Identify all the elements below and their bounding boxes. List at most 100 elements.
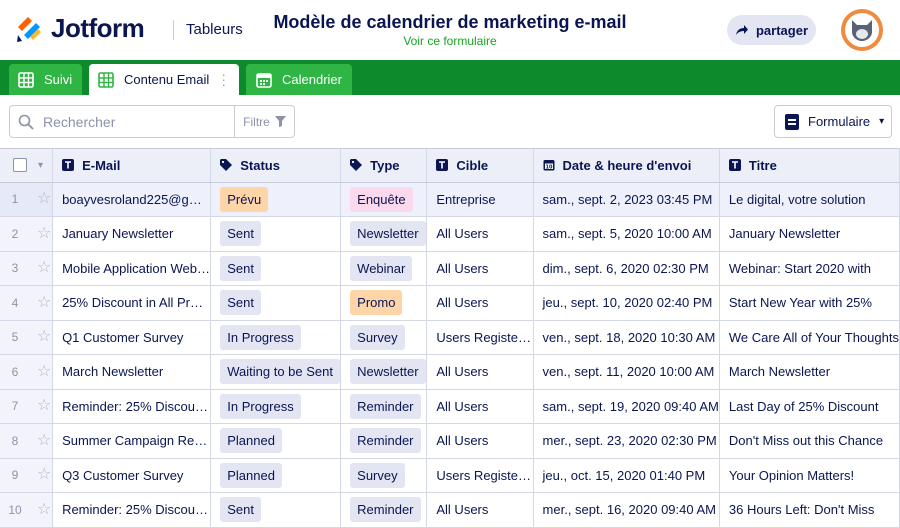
- email-cell[interactable]: January Newsletter: [52, 216, 212, 252]
- titre-cell[interactable]: Don't Miss out this Chance: [719, 423, 900, 459]
- cible-cell[interactable]: All Users: [426, 423, 534, 459]
- titre-cell[interactable]: Last Day of 25% Discount: [719, 389, 900, 424]
- email-cell[interactable]: 25% Discount in All Products: [52, 285, 212, 321]
- search-input[interactable]: [43, 113, 223, 130]
- email-cell[interactable]: Q1 Customer Survey: [52, 320, 212, 355]
- column-header-type[interactable]: Type: [340, 149, 428, 183]
- type-cell[interactable]: Newsletter: [340, 354, 428, 390]
- filter-button[interactable]: Filtre: [234, 105, 295, 138]
- table-row[interactable]: 5 ☆ Q1 Customer Survey In Progress Survey Use…: [0, 320, 900, 355]
- email-cell[interactable]: Summer Campaign Reminder: [52, 423, 212, 459]
- date-cell[interactable]: mer., sept. 16, 2020 09:40 AM: [533, 492, 720, 528]
- table-row[interactable]: 10 ☆ Reminder: 25% Discount Ends Sent Remind…: [0, 492, 900, 528]
- tab-suivi[interactable]: Suivi: [9, 64, 82, 95]
- cible-cell[interactable]: All Users: [426, 216, 534, 252]
- email-cell[interactable]: Reminder: 25% Discount Ends: [52, 492, 212, 528]
- email-cell[interactable]: Mobile Application Webinar: [52, 251, 212, 286]
- star-icon[interactable]: ☆: [37, 432, 51, 449]
- date-cell[interactable]: sam., sept. 5, 2020 10:00 AM: [533, 216, 720, 252]
- date-cell[interactable]: ven., sept. 11, 2020 10:00 AM: [533, 354, 720, 390]
- status-cell[interactable]: In Progress: [210, 320, 342, 355]
- table-row[interactable]: 8☆Summer Campaign ReminderPlannedReminde…: [0, 423, 900, 459]
- table-row[interactable]: 1☆boayvesroland225@gmail.comPrévuEnquête…: [0, 182, 900, 217]
- cible-cell[interactable]: All Users: [426, 354, 534, 390]
- column-header-email[interactable]: E-Mail: [52, 149, 212, 183]
- type-cell[interactable]: Survey: [340, 458, 428, 493]
- cible-cell[interactable]: Entreprise: [426, 182, 534, 217]
- type-cell[interactable]: Newsletter: [340, 216, 428, 252]
- search-box[interactable]: [9, 105, 235, 138]
- type-cell[interactable]: Enquête: [340, 182, 428, 217]
- titre-cell[interactable]: Your Opinion Matters!: [719, 458, 900, 493]
- table-row[interactable]: 4☆25% Discount in All ProductsSentPromoA…: [0, 285, 900, 321]
- avatar[interactable]: [841, 9, 883, 51]
- email-cell[interactable]: March Newsletter: [52, 354, 212, 390]
- cible-cell[interactable]: All Users: [426, 251, 534, 286]
- cible-cell[interactable]: Users Registered: [426, 458, 534, 493]
- status-cell[interactable]: Sent: [210, 216, 342, 252]
- table-row[interactable]: 7☆Reminder: 25% Discount EndsIn Progress…: [0, 389, 900, 424]
- cible-cell[interactable]: All Users: [426, 389, 534, 424]
- table-row[interactable]: 2 ☆ January Newsletter Sent Newsletter All Us…: [0, 216, 900, 252]
- table-row[interactable]: 9 ☆ Q3 Customer Survey Planned Survey Users R…: [0, 458, 900, 493]
- status-cell[interactable]: Planned: [210, 458, 342, 493]
- status-cell[interactable]: In Progress: [210, 389, 342, 424]
- column-header-cible[interactable]: Cible: [426, 149, 534, 183]
- share-button[interactable]: partager: [727, 15, 816, 45]
- email-cell[interactable]: Reminder: 25% Discount Ends: [52, 389, 212, 424]
- table-row[interactable]: 6 ☆ March Newsletter Waiting to be Sent News…: [0, 354, 900, 390]
- cible-cell[interactable]: All Users: [426, 492, 534, 528]
- star-icon[interactable]: ☆: [37, 467, 51, 483]
- titre-cell[interactable]: 36 Hours Left: Don't Miss: [719, 492, 900, 528]
- titre-cell[interactable]: Start New Year with 25%: [719, 285, 900, 321]
- chevron-down-icon[interactable]: ▾: [38, 160, 43, 171]
- jotform-logo[interactable]: Jotform: [16, 13, 145, 44]
- star-icon[interactable]: ☆: [37, 363, 51, 380]
- status-cell[interactable]: Waiting to be Sent: [210, 354, 342, 390]
- type-cell[interactable]: Reminder: [340, 423, 428, 459]
- date-cell[interactable]: ven., sept. 18, 2020 10:30 AM: [533, 320, 720, 355]
- star-icon[interactable]: ☆: [37, 225, 51, 242]
- status-cell[interactable]: Sent: [210, 285, 342, 321]
- date-cell[interactable]: mer., sept. 23, 2020 02:30 PM: [533, 423, 720, 459]
- tab-calendrier[interactable]: Calendrier: [246, 64, 352, 95]
- date-cell[interactable]: sam., sept. 2, 2023 03:45 PM: [533, 182, 720, 217]
- date-cell[interactable]: dim., sept. 6, 2020 02:30 PM: [533, 251, 720, 286]
- star-icon[interactable]: ☆: [37, 294, 51, 311]
- date-cell[interactable]: jeu., oct. 15, 2020 01:40 PM: [533, 458, 720, 493]
- view-form-link[interactable]: Voir ce formulaire: [250, 34, 650, 48]
- status-cell[interactable]: Sent: [210, 492, 342, 528]
- tab-contenu-email[interactable]: Contenu Email · · ·: [89, 64, 239, 95]
- form-dropdown[interactable]: Formulaire ▾: [774, 105, 892, 138]
- titre-cell[interactable]: January Newsletter: [719, 216, 900, 252]
- status-cell[interactable]: Sent: [210, 251, 342, 286]
- type-cell[interactable]: Reminder: [340, 389, 428, 424]
- page-title[interactable]: Modèle de calendrier de marketing e-mail: [250, 12, 650, 33]
- type-cell[interactable]: Survey: [340, 320, 428, 355]
- email-cell[interactable]: boayvesroland225@gmail.com: [52, 182, 212, 217]
- column-header-date[interactable]: 10 Date & heure d'envoi: [533, 149, 720, 183]
- cible-cell[interactable]: Users Registered: [426, 320, 534, 355]
- star-icon[interactable]: ☆: [37, 260, 51, 276]
- star-icon[interactable]: ☆: [37, 329, 51, 345]
- titre-cell[interactable]: March Newsletter: [719, 354, 900, 390]
- date-cell[interactable]: sam., sept. 19, 2020 09:40 AM: [533, 389, 720, 424]
- star-icon[interactable]: ☆: [37, 501, 51, 518]
- titre-cell[interactable]: Le digital, votre solution: [719, 182, 900, 217]
- cible-cell[interactable]: All Users: [426, 285, 534, 321]
- status-cell[interactable]: Planned: [210, 423, 342, 459]
- email-cell[interactable]: Q3 Customer Survey: [52, 458, 212, 493]
- titre-cell[interactable]: We Care All of Your Thoughts: [719, 320, 900, 355]
- titre-cell[interactable]: Webinar: Start 2020 with: [719, 251, 900, 286]
- column-header-titre[interactable]: Titre: [719, 149, 900, 183]
- type-cell[interactable]: Promo: [340, 285, 428, 321]
- type-cell[interactable]: Reminder: [340, 492, 428, 528]
- status-cell[interactable]: Prévu: [210, 182, 342, 217]
- star-icon[interactable]: ☆: [37, 398, 51, 414]
- type-cell[interactable]: Webinar: [340, 251, 428, 286]
- star-icon[interactable]: ☆: [37, 191, 51, 207]
- column-header-status[interactable]: Status: [210, 149, 342, 183]
- table-row[interactable]: 3 ☆ Mobile Application Webinar Sent Webinar A…: [0, 251, 900, 286]
- date-cell[interactable]: jeu., sept. 10, 2020 02:40 PM: [533, 285, 720, 321]
- select-all-checkbox[interactable]: [13, 158, 27, 173]
